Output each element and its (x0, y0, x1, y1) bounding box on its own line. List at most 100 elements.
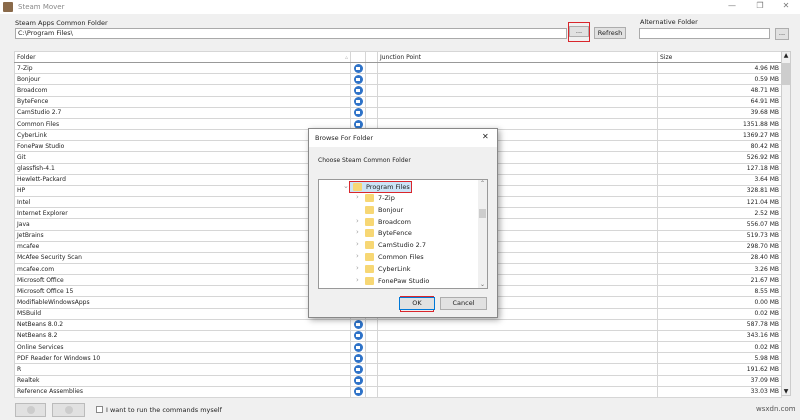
ok-button[interactable]: OK (399, 297, 435, 310)
expanded-chevron-icon[interactable]: ⌄ (343, 182, 349, 190)
size-cell: 519.73 MB (657, 229, 782, 242)
move-button[interactable] (350, 363, 366, 376)
size-cell: 8.55 MB (657, 285, 782, 298)
tree-item[interactable]: CamStudio 2.7 (365, 240, 426, 252)
move-button[interactable] (350, 341, 366, 354)
common-browse-button[interactable]: ... (568, 22, 590, 42)
move-arrow-icon (353, 86, 363, 96)
size-cell: 48.71 MB (657, 84, 782, 97)
move-button[interactable] (350, 385, 366, 398)
move-arrow-icon (353, 320, 363, 330)
run-commands-label: I want to run the commands myself (106, 406, 222, 414)
scroll-down-icon[interactable]: ▼ (782, 388, 790, 395)
folder-cell: CamStudio 2.7 (14, 106, 351, 119)
forward-button[interactable] (52, 403, 85, 417)
scroll-up-icon[interactable]: ▲ (782, 52, 790, 59)
browse-label: ... (569, 26, 589, 37)
close-button[interactable]: ✕ (776, 1, 796, 10)
tree-item-label: CyberLink (378, 264, 411, 273)
table-row[interactable]: R 191.62 MB (14, 363, 782, 376)
tree-item-label: ByteFence (378, 229, 412, 238)
minimize-button[interactable]: — (722, 1, 742, 10)
table-row[interactable]: 7-Zip 4.96 MB (14, 62, 782, 75)
table-row[interactable]: ByteFence 64.91 MB (14, 95, 782, 108)
tree-item[interactable]: 7-Zip (365, 193, 395, 205)
folder-cell: PDF Reader for Windows 10 (14, 352, 351, 365)
folder-cell: ByteFence (14, 95, 351, 108)
folder-cell: Java (14, 218, 351, 231)
tree-item-root[interactable]: Program Files (349, 181, 412, 193)
collapsed-chevron-icon[interactable]: › (356, 276, 359, 284)
tree-item-label: Common Files (378, 253, 424, 261)
move-arrow-icon (353, 331, 363, 341)
junction-cell (377, 329, 658, 343)
collapsed-chevron-icon[interactable]: › (356, 228, 359, 236)
move-button[interactable] (350, 62, 366, 75)
collapsed-chevron-icon[interactable]: › (356, 252, 359, 260)
cancel-button[interactable]: Cancel (440, 297, 487, 310)
column-header-junction[interactable]: Junction Point (377, 50, 658, 64)
table-scrollbar[interactable]: ▲ ▼ (781, 51, 791, 396)
folder-cell: ModifiableWindowsApps (14, 296, 351, 309)
dialog-close-button[interactable]: ✕ (482, 132, 489, 141)
size-cell: 4.96 MB (657, 62, 782, 75)
table-row[interactable]: Broadcom 48.71 MB (14, 84, 782, 97)
collapsed-chevron-icon[interactable]: › (356, 193, 359, 201)
move-button[interactable] (350, 84, 366, 97)
table-row[interactable]: Online Services 0.02 MB (14, 341, 782, 354)
refresh-button[interactable]: Refresh (594, 27, 626, 39)
tree-scroll-thumb[interactable] (479, 209, 486, 218)
size-cell: 3.26 MB (657, 262, 782, 276)
tree-scrollbar[interactable]: ⌃ ⌄ (478, 180, 487, 288)
collapsed-chevron-icon[interactable]: › (356, 264, 359, 272)
tree-item[interactable]: ByteFence (365, 228, 412, 240)
tree-item-label: 7-Zip (378, 194, 395, 202)
tree-item[interactable]: FonePaw Studio (365, 276, 429, 288)
back-button[interactable] (15, 403, 46, 417)
table-row[interactable]: Bonjour 0.59 MB (14, 73, 782, 86)
size-cell: 0.02 MB (657, 307, 782, 320)
tree-item[interactable]: CyberLink (365, 264, 411, 276)
scroll-thumb[interactable] (782, 63, 790, 85)
blank-cell (365, 84, 378, 97)
folder-cell: Broadcom (14, 84, 351, 97)
move-button[interactable] (350, 318, 366, 331)
restore-button[interactable]: ❐ (750, 1, 770, 10)
run-commands-checkbox[interactable] (96, 406, 103, 413)
blank-cell (365, 374, 378, 387)
blank-cell (365, 106, 378, 119)
move-button[interactable] (350, 374, 366, 387)
alternative-folder-input[interactable] (639, 28, 770, 39)
tree-item-label: Bonjour (378, 205, 404, 214)
alternative-browse-button[interactable]: ... (775, 28, 789, 40)
move-button[interactable] (350, 106, 366, 119)
table-row[interactable]: NetBeans 8.2 343.16 MB (14, 329, 782, 343)
move-button[interactable] (350, 95, 366, 108)
common-folder-input[interactable]: C:\Program Files\ (15, 28, 567, 39)
tree-item[interactable]: Broadcom (365, 217, 411, 229)
move-button[interactable] (350, 352, 366, 365)
size-cell: 21.67 MB (657, 274, 782, 287)
column-header-size[interactable]: Size (657, 50, 782, 64)
table-row[interactable]: CamStudio 2.7 39.68 MB (14, 106, 782, 119)
folder-cell: NetBeans 8.0.2 (14, 318, 351, 331)
collapsed-chevron-icon[interactable]: › (356, 240, 359, 248)
table-row[interactable]: PDF Reader for Windows 10 5.98 MB (14, 352, 782, 365)
blank-cell (365, 95, 378, 108)
tree-item[interactable]: Common Files (365, 252, 424, 264)
tree-item[interactable]: Bonjour (365, 205, 403, 217)
move-arrow-icon (353, 108, 363, 118)
table-row[interactable]: Realtek 37.09 MB (14, 374, 782, 387)
collapsed-chevron-icon[interactable]: › (356, 217, 359, 225)
size-cell: 298.70 MB (657, 240, 782, 253)
junction-cell (377, 73, 658, 86)
folder-tree[interactable]: ⌄ Program Files › 7-Zip Bonjour › Broadcom › B… (318, 179, 488, 289)
folder-cell: Git (14, 151, 351, 164)
move-button[interactable] (350, 329, 366, 343)
column-header-folder[interactable]: Folder ▵ (14, 50, 351, 64)
move-button[interactable] (350, 73, 366, 86)
forward-icon (64, 406, 73, 414)
tree-item-label: Broadcom (378, 217, 411, 226)
table-row[interactable]: NetBeans 8.0.2 587.78 MB (14, 318, 782, 331)
table-row[interactable]: Reference Assemblies 33.03 MB (14, 385, 782, 398)
